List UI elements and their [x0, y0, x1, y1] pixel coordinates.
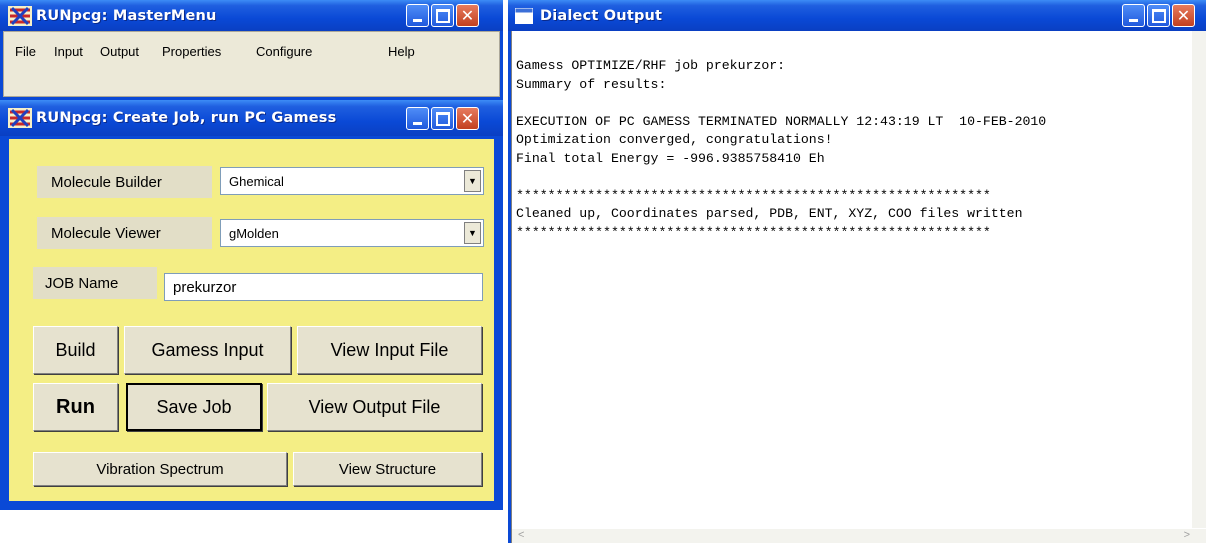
dialect-output-titlebar[interactable]: Dialect Output ✕: [508, 0, 1206, 31]
output-line: Final total Energy = -996.9385758410 Eh: [516, 150, 825, 166]
vertical-scrollbar[interactable]: [1192, 31, 1206, 528]
minimize-icon: [1129, 19, 1138, 22]
output-line: ****************************************…: [516, 224, 991, 240]
scroll-right-icon[interactable]: >: [1184, 529, 1190, 541]
minimize-button[interactable]: [406, 107, 429, 130]
menu-bar: File Input Output Properties Configure H…: [3, 31, 500, 97]
close-icon: ✕: [1176, 5, 1191, 25]
gamess-input-button[interactable]: Gamess Input: [124, 326, 291, 374]
close-button[interactable]: ✕: [456, 107, 479, 130]
molecule-builder-label: Molecule Builder: [37, 166, 212, 198]
build-button[interactable]: Build: [33, 326, 118, 374]
close-button[interactable]: ✕: [456, 4, 479, 27]
window-app-icon: [512, 6, 536, 26]
output-line: Summary of results:: [516, 76, 667, 92]
create-job-panel: Molecule Builder Ghemical ▼ Molecule Vie…: [9, 139, 494, 501]
molecule-viewer-value: gMolden: [229, 225, 279, 241]
dialect-output-window: Dialect Output ✕ Gamess OPTIMIZE/RHF job…: [508, 0, 1206, 543]
menu-output[interactable]: Output: [100, 44, 139, 59]
view-output-file-button[interactable]: View Output File: [267, 383, 482, 431]
close-button[interactable]: ✕: [1172, 4, 1195, 27]
menu-input[interactable]: Input: [54, 44, 83, 59]
output-line: Cleaned up, Coordinates parsed, PDB, ENT…: [516, 206, 1023, 221]
mastermenu-window: RUNpcg: MasterMenu ✕ File Input Output P…: [0, 0, 503, 100]
output-text-area[interactable]: Gamess OPTIMIZE/RHF job prekurzor: Summar…: [511, 31, 1206, 543]
close-icon: ✕: [460, 5, 475, 25]
menu-properties[interactable]: Properties: [162, 44, 221, 59]
menu-file[interactable]: File: [15, 44, 36, 59]
chevron-down-icon[interactable]: ▼: [464, 222, 481, 244]
view-structure-button[interactable]: View Structure: [293, 452, 482, 486]
output-line: Optimization converged, congratulations!: [516, 132, 833, 147]
create-job-window: RUNpcg: Create Job, run PC Gamess ✕ Mole…: [0, 100, 503, 510]
job-name-input[interactable]: prekurzor: [164, 273, 483, 301]
output-line: ****************************************…: [516, 187, 991, 203]
menu-configure[interactable]: Configure: [256, 44, 312, 59]
maximize-button[interactable]: [431, 107, 454, 130]
maximize-icon: [435, 111, 450, 126]
close-icon: ✕: [460, 108, 475, 128]
minimize-button[interactable]: [1122, 4, 1145, 27]
molecule-builder-value: Ghemical: [229, 173, 284, 189]
mastermenu-titlebar[interactable]: RUNpcg: MasterMenu ✕: [0, 0, 503, 31]
job-name-label: JOB Name: [33, 267, 157, 299]
create-job-titlebar[interactable]: RUNpcg: Create Job, run PC Gamess ✕: [0, 100, 503, 136]
minimize-button[interactable]: [406, 4, 429, 27]
vibration-spectrum-button[interactable]: Vibration Spectrum: [33, 452, 287, 486]
molecule-viewer-label: Molecule Viewer: [37, 217, 212, 249]
runpcg-app-icon: [8, 108, 32, 128]
menu-help[interactable]: Help: [388, 44, 415, 59]
chevron-down-icon[interactable]: ▼: [464, 170, 481, 192]
create-job-title: RUNpcg: Create Job, run PC Gamess: [36, 110, 337, 126]
run-button[interactable]: Run: [33, 383, 118, 431]
molecule-viewer-select[interactable]: gMolden ▼: [220, 219, 484, 247]
output-text: Gamess OPTIMIZE/RHF job prekurzor: Summar…: [516, 57, 1190, 242]
molecule-builder-select[interactable]: Ghemical ▼: [220, 167, 484, 195]
maximize-icon: [435, 8, 450, 23]
dialect-output-title: Dialect Output: [540, 7, 663, 24]
save-job-button[interactable]: Save Job: [126, 383, 262, 431]
output-line: Gamess OPTIMIZE/RHF job prekurzor:: [516, 58, 786, 73]
maximize-button[interactable]: [431, 4, 454, 27]
scroll-left-icon[interactable]: <: [518, 529, 524, 541]
mastermenu-title: RUNpcg: MasterMenu: [36, 7, 217, 24]
output-line: EXECUTION OF PC GAMESS TERMINATED NORMAL…: [516, 113, 1047, 129]
runpcg-app-icon: [8, 5, 32, 26]
horizontal-scrollbar[interactable]: < >: [512, 529, 1206, 543]
maximize-button[interactable]: [1147, 4, 1170, 27]
maximize-icon: [1151, 8, 1166, 23]
minimize-icon: [413, 122, 422, 125]
view-input-file-button[interactable]: View Input File: [297, 326, 482, 374]
minimize-icon: [413, 19, 422, 22]
